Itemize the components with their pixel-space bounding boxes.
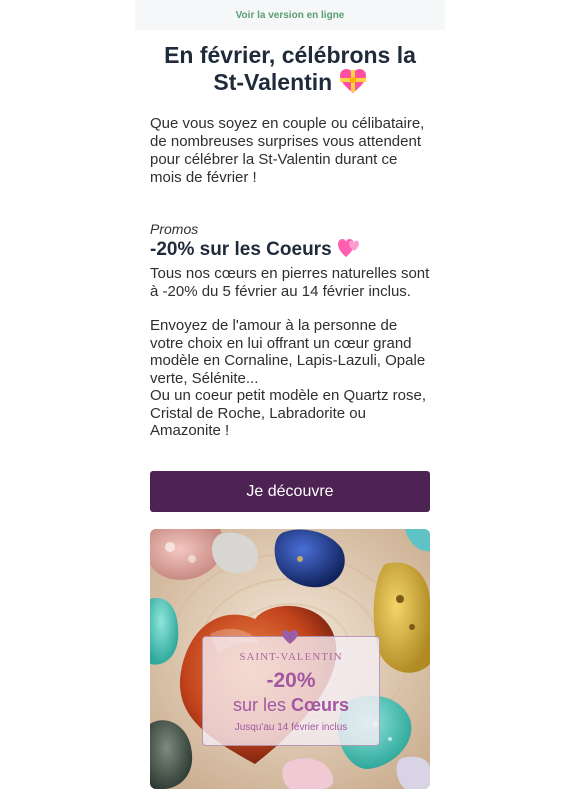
email-container: Voir la version en ligne En février, cél… xyxy=(135,0,445,789)
promo-kicker: Promos xyxy=(150,221,199,237)
promo-title: -20% sur les Coeurs xyxy=(150,237,430,265)
heart-with-ribbon-icon xyxy=(339,68,367,99)
promo-paragraph-2b: Ou un coeur petit modèle en Quartz rose,… xyxy=(150,387,426,439)
promo-paragraph-2a: Envoyez de l'amour à la personne de votr… xyxy=(150,317,426,387)
overlay-line-saint-valentin: SAINT-VALENTIN xyxy=(239,651,343,663)
promo-overlay: SAINT-VALENTIN -20% sur les Cœurs Jusqu'… xyxy=(202,630,380,746)
discover-button[interactable]: Je découvre xyxy=(150,470,430,512)
view-online-link[interactable]: Voir la version en ligne xyxy=(236,10,345,21)
hero-image[interactable]: SAINT-VALENTIN -20% sur les Cœurs Jusqu'… xyxy=(150,529,430,789)
heart-icon xyxy=(281,629,299,645)
top-bar: Voir la version en ligne xyxy=(135,0,445,30)
intro-text: Que vous soyez en couple ou célibataire,… xyxy=(150,115,425,186)
promo-paragraph-1: Tous nos cœurs en pierres naturelles son… xyxy=(150,265,430,300)
two-hearts-icon xyxy=(337,237,361,265)
overlay-hearts-line: sur les Cœurs xyxy=(203,695,379,716)
title-text: En février, célébrons la St-Valentin xyxy=(164,42,416,95)
overlay-discount: -20% xyxy=(266,669,316,692)
email-content: En février, célébrons la St-Valentin Que… xyxy=(135,42,445,512)
promo-title-text: -20% sur les Coeurs xyxy=(150,239,332,260)
overlay-hearts-word: Cœurs xyxy=(291,695,350,715)
overlay-hearts-prefix: sur les xyxy=(232,695,292,715)
page-title: En février, célébrons la St-Valentin xyxy=(150,42,430,99)
overlay-until-date: Jusqu'au 14 février inclus xyxy=(234,722,348,733)
